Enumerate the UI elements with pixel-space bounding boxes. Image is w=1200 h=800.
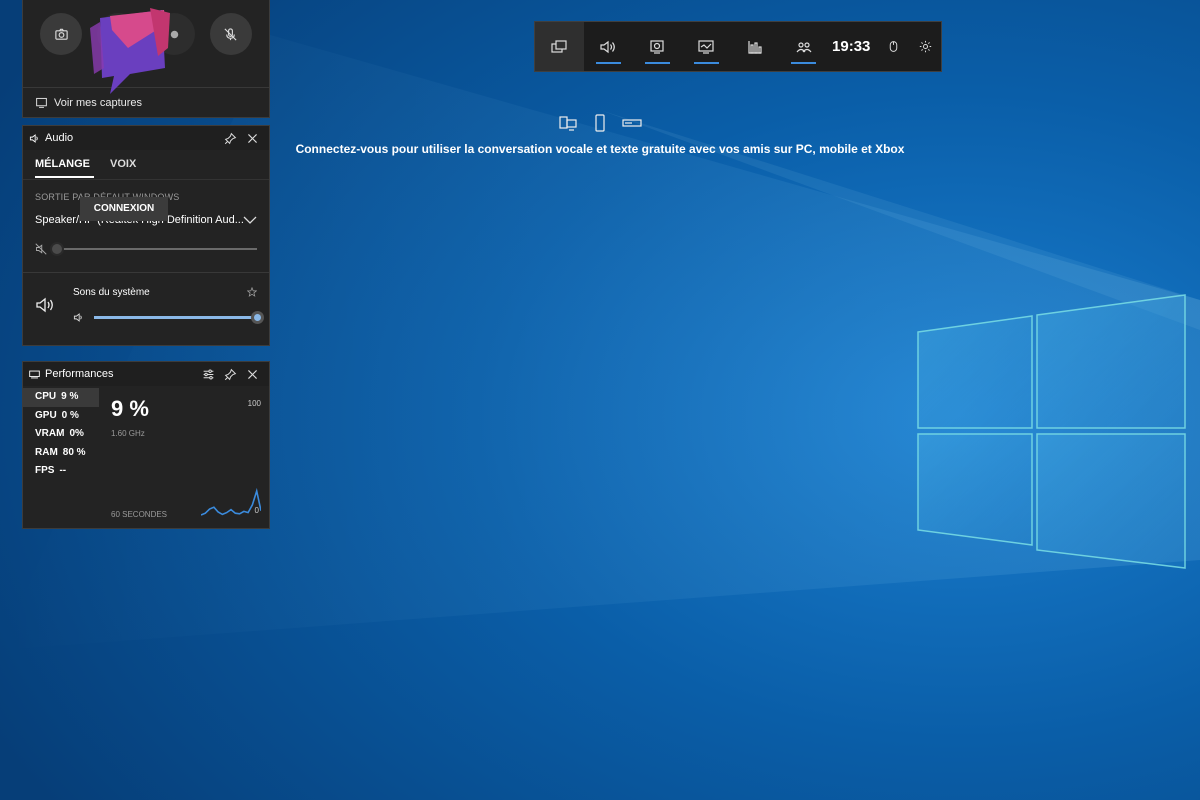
close-icon <box>247 369 257 379</box>
resources-icon <box>748 40 762 54</box>
mobile-icon <box>595 114 605 132</box>
device-volume-row <box>23 226 269 260</box>
device-volume-slider[interactable] <box>50 242 257 256</box>
pc-icon <box>559 116 577 131</box>
metric-value: 0% <box>69 428 84 439</box>
widget-menu-button[interactable] <box>535 22 584 71</box>
options-button[interactable] <box>197 363 219 385</box>
metric-value: 80 % <box>62 446 86 458</box>
cpu-history-series <box>201 487 261 516</box>
performance-widget: Performances CPU 9 % GPU 0 % VRAM 0% RAM 80 … <box>22 361 270 529</box>
performance-title: Performances <box>45 368 114 380</box>
metric-fps[interactable]: FPS -- <box>23 462 99 481</box>
resources-toggle-button[interactable] <box>731 22 780 71</box>
camera-icon <box>55 28 68 40</box>
clock: 19:33 <box>832 38 871 55</box>
device-icons <box>0 113 1200 133</box>
chart-x-label: 60 SECONDES <box>111 510 168 519</box>
metric-gpu[interactable]: GPU 0 % <box>23 407 99 426</box>
mic-toggle-button[interactable] <box>209 13 252 55</box>
chat-bubbles-illustration <box>90 8 170 94</box>
app-volume-slider[interactable] <box>94 311 264 324</box>
close-button[interactable] <box>241 363 263 385</box>
chevron-down-icon <box>243 216 257 224</box>
metric-value: 9 % <box>61 391 79 402</box>
app-mix-row: Sons du système <box>23 273 269 324</box>
mouse-button[interactable] <box>877 22 909 71</box>
social-icon <box>796 41 812 52</box>
speaker-muted-icon[interactable] <box>35 243 47 255</box>
metric-label: FPS <box>35 465 55 476</box>
metric-label: CPU <box>35 391 57 402</box>
metric-ram[interactable]: RAM 80 % <box>23 444 99 463</box>
cpu-big-value: 9 % <box>111 396 149 421</box>
audio-toggle-button[interactable] <box>584 22 633 71</box>
metric-label: VRAM <box>35 428 65 439</box>
app-name: Sons du système <box>73 287 150 298</box>
cpu-frequency: 1.60 GHz <box>111 429 145 438</box>
performance-icon <box>698 39 714 54</box>
xbox-console-icon <box>622 119 642 127</box>
system-sounds-icon <box>36 297 53 313</box>
social-toggle-button[interactable] <box>779 22 828 71</box>
device-volume-thumb[interactable] <box>50 242 64 256</box>
metric-value: 0 % <box>61 409 79 421</box>
connect-button[interactable]: CONNEXION <box>80 197 168 221</box>
performance-toggle-button[interactable] <box>682 22 731 71</box>
cpu-chart: 9 % 1.60 GHz 100 0 60 SECONDES <box>99 386 269 529</box>
chart-y-max: 100 <box>247 399 261 408</box>
audio-icon <box>600 40 616 53</box>
metric-label: GPU <box>35 409 57 421</box>
metric-cpu[interactable]: CPU 9 % <box>23 388 99 407</box>
social-message: Connectez-vous pour utiliser la conversa… <box>295 142 905 156</box>
capture-icon <box>650 39 664 54</box>
audio-widget: Audio MÉLANGE VOIX SORTIE PAR DÉFAUT WIN… <box>22 125 270 346</box>
monitor-icon <box>29 370 40 378</box>
capture-toggle-button[interactable] <box>633 22 682 71</box>
metric-list: CPU 9 % GPU 0 % VRAM 0% RAM 80 % FPS -- <box>23 386 99 529</box>
metric-value: -- <box>59 465 67 476</box>
pin-button[interactable] <box>219 363 241 385</box>
performance-header: Performances <box>23 362 269 386</box>
gear-icon <box>919 40 931 53</box>
widget-menu-icon <box>551 39 568 53</box>
app-volume-row <box>73 311 264 324</box>
sliders-icon <box>203 369 213 379</box>
settings-button[interactable] <box>909 22 941 71</box>
metric-label: RAM <box>35 446 58 458</box>
pin-icon <box>224 368 236 380</box>
speaker-small-icon[interactable] <box>73 312 84 323</box>
game-bar: 19:33 <box>534 21 942 72</box>
app-volume-thumb[interactable] <box>251 311 264 324</box>
metric-vram[interactable]: VRAM 0% <box>23 425 99 444</box>
gallery-icon <box>36 97 47 108</box>
mic-off-icon <box>224 27 237 41</box>
cpu-history-line <box>201 487 261 516</box>
favorite-star-icon[interactable] <box>247 287 257 297</box>
mouse-icon <box>889 41 897 52</box>
